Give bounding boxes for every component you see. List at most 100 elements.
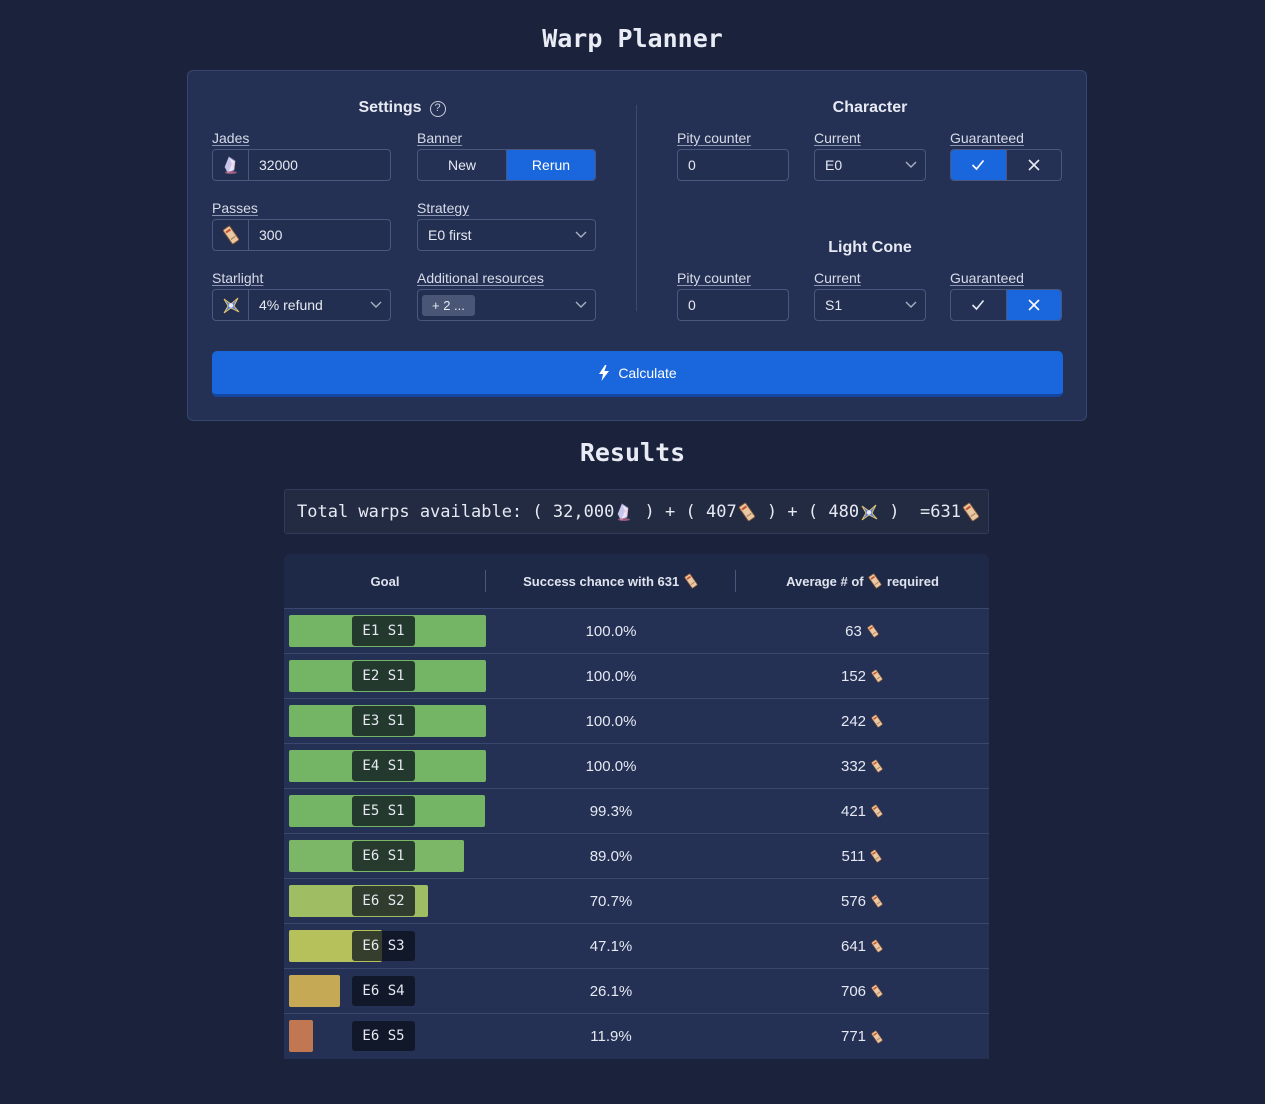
average-header[interactable]: Average # of required	[736, 554, 989, 608]
average-value: 706	[840, 982, 867, 1000]
settings-panel: Settings? Jades 32000 Banner New Rerun P…	[187, 70, 1087, 421]
table-row: E6 S1 89.0% 511	[284, 834, 989, 879]
table-row: E6 S2 70.7% 576	[284, 879, 989, 924]
goal-cell: E1 S1	[284, 609, 486, 653]
average-required: 576	[736, 893, 989, 910]
character-current-value: E0	[825, 157, 843, 173]
average-header-prefix: Average # of	[786, 573, 864, 589]
average-value: 641	[840, 937, 867, 955]
pass-icon	[869, 849, 883, 863]
success-header[interactable]: Success chance with 631	[486, 554, 736, 608]
banner-rerun-option[interactable]: Rerun	[506, 150, 595, 180]
chevron-down-icon	[897, 301, 925, 309]
additional-resources-chip[interactable]: + 2 ...	[422, 294, 475, 316]
light-cone-title: Light Cone	[828, 239, 912, 256]
table-body: E1 S1 100.0% 63 E2 S1 100.0% 152 E3 S1 100.0% 24…	[284, 609, 989, 1059]
success-chance: 70.7%	[589, 892, 633, 910]
table-row: E5 S1 99.3% 421	[284, 789, 989, 834]
character-current-label: Current	[814, 130, 861, 146]
success-chance: 26.1%	[589, 982, 633, 1000]
average-value: 576	[840, 892, 867, 910]
banner-new-option[interactable]: New	[418, 150, 506, 180]
chevron-down-icon	[897, 161, 925, 169]
help-icon[interactable]: ?	[429, 101, 446, 117]
banner-label: Banner	[417, 130, 463, 146]
banner-toggle[interactable]: New Rerun	[417, 149, 596, 181]
goal-label: E4 S1	[352, 751, 415, 781]
strategy-select[interactable]: E0 first	[417, 219, 596, 251]
success-chance: 89.0%	[589, 847, 633, 865]
average-required: 641	[736, 938, 989, 955]
goal-cell: E6 S3	[284, 924, 486, 968]
goal-header[interactable]: Goal	[284, 554, 486, 608]
close-icon[interactable]	[1005, 150, 1062, 180]
character-title: Character	[832, 99, 908, 116]
strategy-label: Strategy	[417, 200, 470, 216]
jade-icon	[213, 150, 249, 180]
light-cone-current-select[interactable]: S1	[814, 289, 926, 321]
goal-label: E2 S1	[352, 661, 415, 691]
calculate-label: Calculate	[618, 364, 677, 381]
character-pity-input[interactable]: 0	[677, 149, 789, 181]
probability-bar	[289, 1020, 313, 1052]
success-header-label: Success chance with 631	[523, 573, 680, 589]
character-guaranteed-toggle[interactable]	[950, 149, 1062, 181]
light-cone-pity-input[interactable]: 0	[677, 289, 789, 321]
passes-input[interactable]: 300	[212, 219, 391, 251]
average-required: 332	[736, 758, 989, 775]
pass-icon	[870, 984, 884, 998]
settings-heading: Settings?	[212, 99, 592, 117]
average-value: 511	[841, 847, 866, 865]
equals-sign: =	[920, 501, 931, 522]
starlight-label: Starlight	[212, 270, 264, 286]
table-row: E3 S1 100.0% 242	[284, 699, 989, 744]
pass-icon	[870, 804, 884, 818]
light-cone-pity-label: Pity counter	[677, 270, 751, 286]
pass-icon	[870, 669, 884, 683]
average-required: 152	[736, 668, 989, 685]
starlight-icon	[859, 502, 879, 522]
goal-label: E5 S1	[352, 796, 415, 826]
jades-input[interactable]: 32000	[212, 149, 391, 181]
success-chance: 100.0%	[585, 622, 637, 640]
pass-icon	[870, 714, 884, 728]
success-chance: 100.0%	[585, 667, 637, 685]
table-header: Goal Success chance with 631 Average # o…	[284, 554, 989, 609]
results-title: Results	[579, 438, 686, 467]
check-icon[interactable]	[951, 290, 1006, 320]
calculate-button[interactable]: Calculate	[212, 351, 1063, 397]
success-chance: 47.1%	[589, 937, 633, 955]
chevron-down-icon	[567, 301, 595, 309]
table-row: E4 S1 100.0% 332	[284, 744, 989, 789]
goal-cell: E6 S5	[284, 1014, 486, 1059]
success-chance: 11.9%	[590, 1028, 632, 1045]
light-cone-guaranteed-toggle[interactable]	[950, 289, 1062, 321]
character-pity-value: 0	[688, 157, 696, 173]
check-icon[interactable]	[951, 150, 1006, 180]
pass-icon	[870, 939, 884, 953]
goal-label: E6 S4	[352, 976, 415, 1006]
character-pity-label: Pity counter	[677, 130, 751, 146]
jades-value: 32000	[259, 157, 298, 173]
additional-resources-select[interactable]: + 2 ...	[417, 289, 596, 321]
close-icon[interactable]	[1005, 290, 1061, 320]
results-table: Goal Success chance with 631 Average # o…	[284, 554, 989, 1059]
page-title: Warp Planner	[542, 24, 723, 53]
starlight-select[interactable]: 4% refund	[212, 289, 391, 321]
jade-icon	[614, 502, 634, 522]
jades-total: 32,000	[552, 501, 615, 522]
light-cone-pity-value: 0	[688, 297, 696, 313]
table-row: E6 S4 26.1% 706	[284, 969, 989, 1014]
table-row: E1 S1 100.0% 63	[284, 609, 989, 654]
pass-icon	[870, 759, 884, 773]
goal-cell: E5 S1	[284, 789, 486, 833]
character-current-select[interactable]: E0	[814, 149, 926, 181]
goal-label: E6 S5	[352, 1021, 415, 1051]
average-value: 63	[845, 622, 862, 640]
pass-icon	[737, 502, 757, 522]
pass-icon	[213, 220, 249, 250]
success-chance: 100.0%	[585, 757, 637, 775]
character-guaranteed-label: Guaranteed	[950, 130, 1024, 146]
pass-icon	[866, 624, 880, 638]
table-row: E2 S1 100.0% 152	[284, 654, 989, 699]
